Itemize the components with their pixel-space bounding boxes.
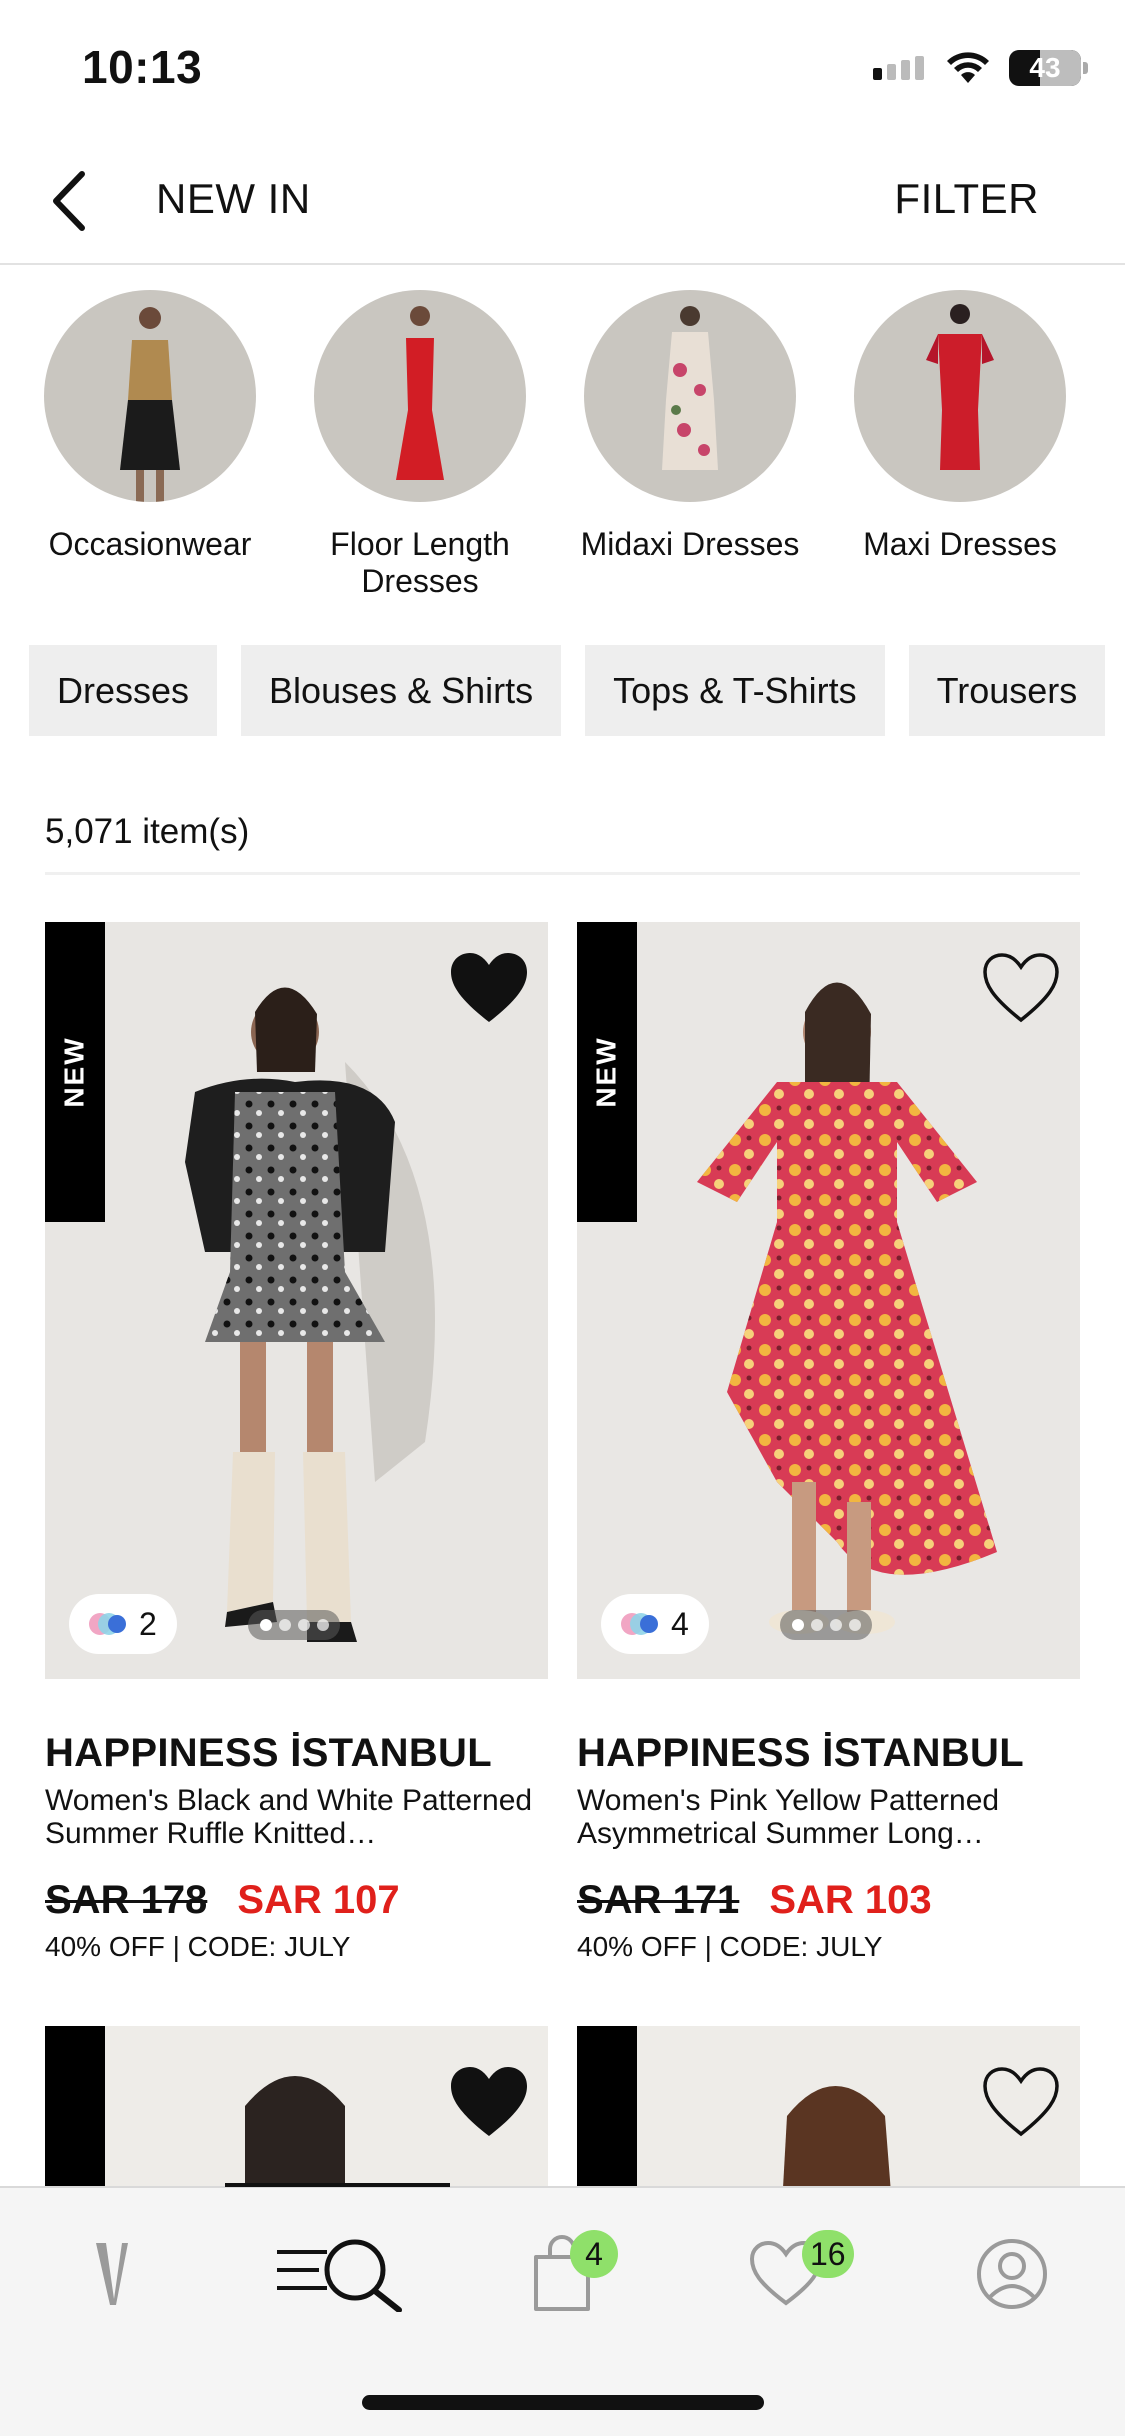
category-floor-length-dresses[interactable]: Floor Length Dresses <box>285 290 555 600</box>
image-pager <box>248 1610 340 1640</box>
category-midaxi-dresses[interactable]: Midaxi Dresses <box>555 290 825 563</box>
category-image <box>44 290 256 502</box>
new-badge <box>45 2026 105 2206</box>
product-card-partial[interactable] <box>577 2026 1080 2206</box>
status-bar: 10:13 43 <box>0 0 1125 135</box>
subcategory-chips: Dresses Blouses & Shirts Tops & T-Shirts… <box>29 645 1125 736</box>
item-count: 5,071 item(s) <box>45 812 250 851</box>
original-price: SAR 171 <box>577 1878 740 1922</box>
account-icon <box>977 2239 1047 2309</box>
category-label: Occasionwear <box>48 526 252 562</box>
page-title: NEW IN <box>156 175 311 222</box>
product-card[interactable]: NEW 4 HAPPINESS İSTANBUL Women's Pink Ye… <box>577 922 1080 1963</box>
promo-text: 40% OFF | CODE: JULY <box>45 1931 351 1962</box>
home-logo-icon <box>96 2243 128 2305</box>
chevron-left-icon <box>53 171 85 231</box>
category-image <box>314 290 526 502</box>
tab-account[interactable] <box>942 2224 1082 2324</box>
tab-bag[interactable]: 4 <box>492 2224 632 2324</box>
chip-tops-tshirts[interactable]: Tops & T-Shirts <box>585 645 885 736</box>
chip-trousers[interactable]: Trousers <box>908 645 1106 736</box>
bag-badge: 4 <box>570 2230 618 2278</box>
color-count: 4 <box>671 1605 689 1642</box>
tab-browse[interactable] <box>265 2224 415 2324</box>
heart-outline-icon <box>983 953 1059 1023</box>
original-price: SAR 178 <box>45 1878 208 1922</box>
browse-search-icon <box>277 2239 402 2312</box>
filter-button[interactable]: FILTER <box>894 175 1039 223</box>
category-occasionwear[interactable]: Occasionwear <box>15 290 285 563</box>
back-button[interactable] <box>38 163 98 239</box>
home-indicator <box>362 2395 764 2410</box>
battery-percentage: 43 <box>1029 52 1061 83</box>
image-pager <box>780 1610 872 1640</box>
wishlist-button[interactable] <box>448 2064 530 2140</box>
header: NEW IN FILTER <box>0 135 1125 265</box>
chip-dresses[interactable]: Dresses <box>29 645 218 736</box>
chip-blouses-shirts[interactable]: Blouses & Shirts <box>241 645 562 736</box>
product-card-partial[interactable] <box>45 2026 548 2206</box>
wishlist-badge: 16 <box>802 2230 854 2278</box>
category-label: Floor Length Dresses <box>330 526 510 599</box>
wishlist-button[interactable] <box>980 950 1062 1026</box>
category-image <box>584 290 796 502</box>
price-row: SAR 171 SAR 103 <box>577 1878 1080 1923</box>
status-time: 10:13 <box>82 41 203 93</box>
tab-home[interactable] <box>42 2224 182 2324</box>
sale-price: SAR 107 <box>237 1878 400 1922</box>
heart-filled-icon <box>451 2067 527 2136</box>
tab-wishlist[interactable]: 16 <box>716 2224 856 2324</box>
category-maxi-dresses[interactable]: Maxi Dresses <box>825 290 1095 563</box>
promo-text: 40% OFF | CODE: JULY <box>577 1931 883 1962</box>
new-badge: NEW <box>577 922 637 1222</box>
color-swatches-icon <box>89 1613 126 1635</box>
color-swatches-icon <box>621 1613 658 1635</box>
wifi-icon <box>947 52 989 83</box>
new-badge <box>577 2026 637 2206</box>
status-icons: 43 <box>873 48 1088 88</box>
product-brand: HAPPINESS İSTANBUL <box>45 1731 492 1775</box>
product-name: Women's Pink Yellow Patterned Asymmetric… <box>577 1784 1000 1850</box>
category-label: Midaxi Dresses <box>580 526 800 562</box>
heart-outline-icon <box>983 2067 1059 2137</box>
category-image <box>854 290 1066 502</box>
divider <box>45 872 1080 875</box>
active-tab-indicator <box>225 2183 450 2187</box>
category-carousel: Occasionwear Floor Length Dresses Midaxi… <box>0 290 1125 610</box>
product-card[interactable]: NEW 2 HAPPINESS İSTANBUL Women's Black a… <box>45 922 548 1963</box>
color-count: 2 <box>139 1605 157 1642</box>
wishlist-button[interactable] <box>980 2064 1062 2140</box>
product-image[interactable]: NEW 4 <box>577 922 1080 1679</box>
wishlist-button[interactable] <box>448 950 530 1026</box>
signal-icon <box>873 56 924 80</box>
battery-icon: 43 <box>1009 50 1088 86</box>
product-name: Women's Black and White Patterned Summer… <box>45 1784 533 1850</box>
sale-price: SAR 103 <box>769 1878 932 1922</box>
product-image[interactable]: NEW 2 <box>45 922 548 1679</box>
product-brand: HAPPINESS İSTANBUL <box>577 1731 1024 1775</box>
category-label: Maxi Dresses <box>863 526 1057 562</box>
color-variants[interactable]: 4 <box>601 1594 709 1654</box>
heart-filled-icon <box>451 953 527 1022</box>
price-row: SAR 178 SAR 107 <box>45 1878 548 1923</box>
color-variants[interactable]: 2 <box>69 1594 177 1654</box>
new-badge: NEW <box>45 922 105 1222</box>
